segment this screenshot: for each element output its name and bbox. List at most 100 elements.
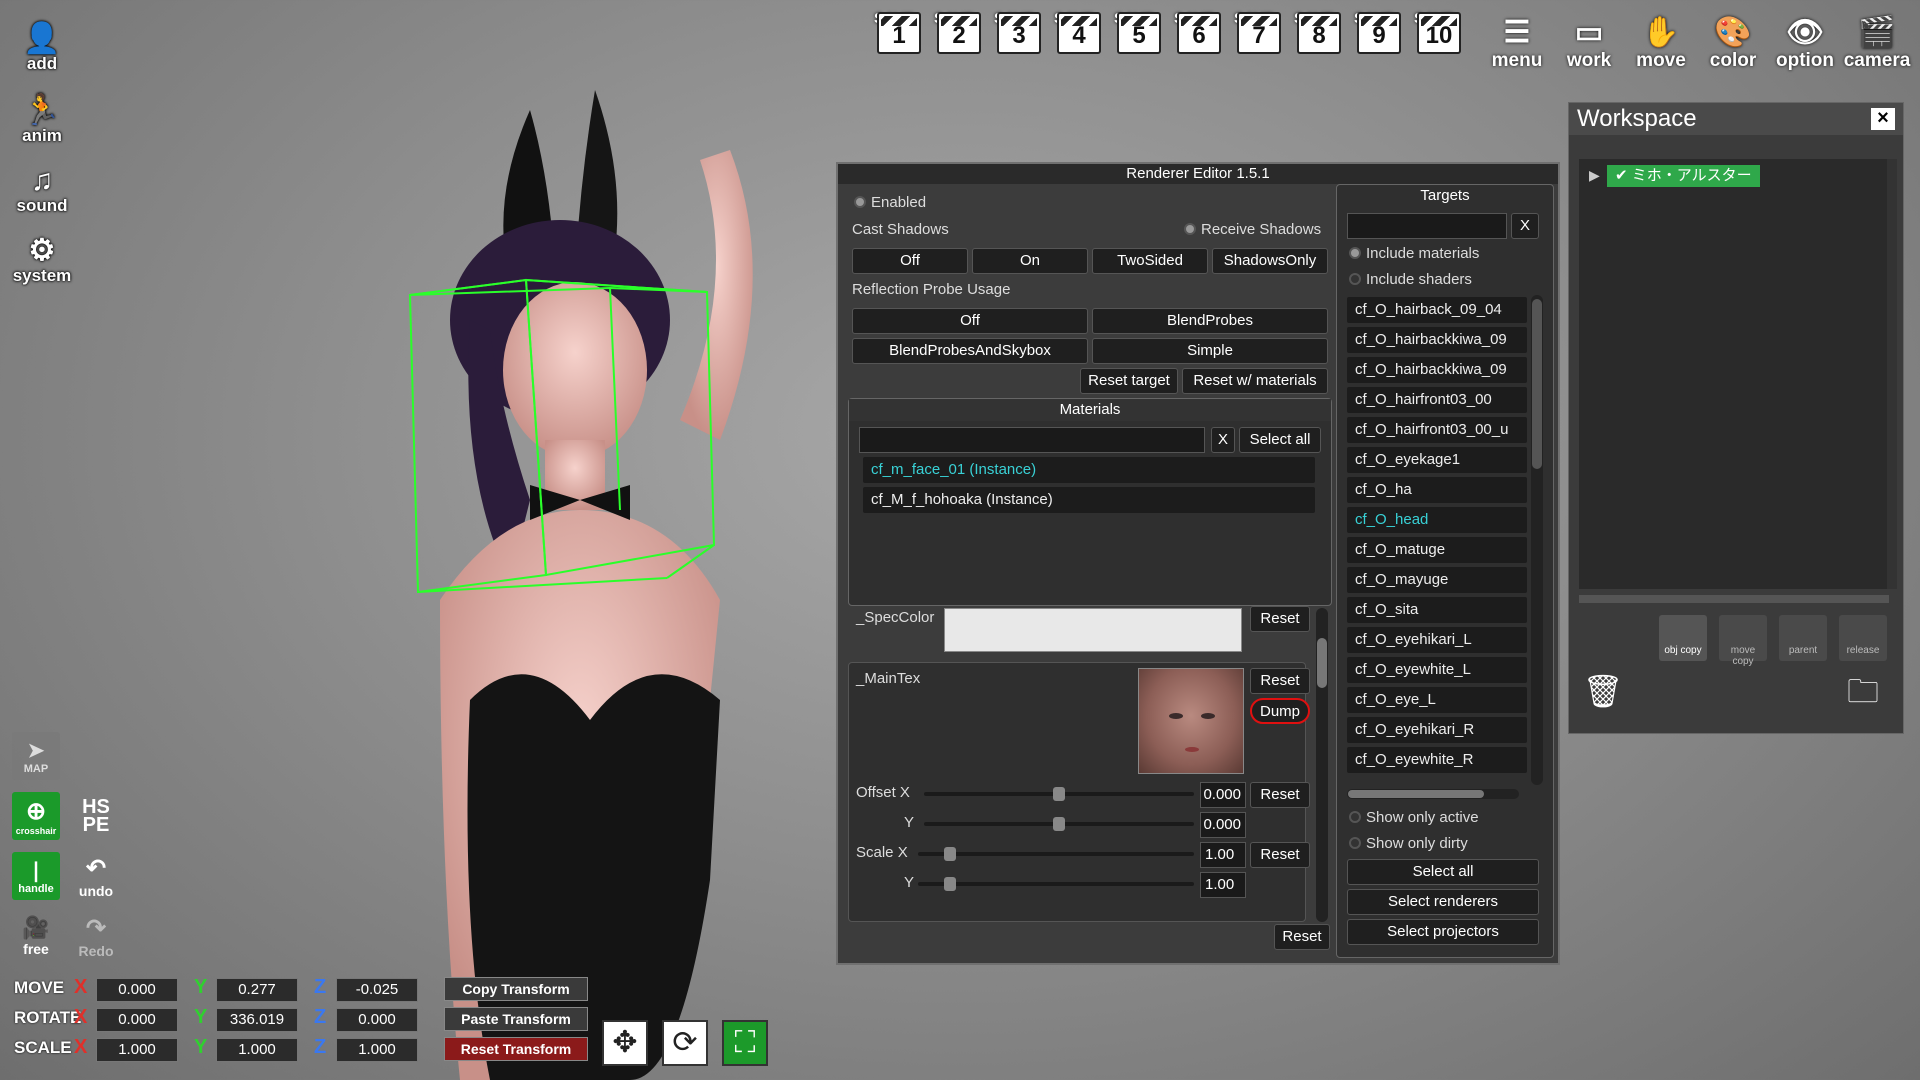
target-item[interactable]: cf_O_ha [1347,477,1527,503]
shadow-off-button[interactable]: Off [852,248,968,274]
save-slot-button[interactable]: SAVE9 [1354,10,1404,54]
target-item[interactable]: cf_O_eyehikari_L [1347,627,1527,653]
save-slot-button[interactable]: SAVE7 [1234,10,1284,54]
save-slot-button[interactable]: SAVE6 [1174,10,1224,54]
target-item[interactable]: cf_O_head [1347,507,1527,533]
crosshair-button[interactable]: ⊕ crosshair [12,792,60,840]
maintex-thumbnail[interactable] [1138,668,1244,774]
target-item[interactable]: cf_O_hairbackkiwa_09 [1347,357,1527,383]
undo-button[interactable]: ↶ undo [72,852,120,900]
save-slot-button[interactable]: SAVE5 [1114,10,1164,54]
scale-reset-button[interactable]: Reset [1250,842,1310,868]
scrollbar-thumb[interactable] [1532,299,1542,469]
target-item[interactable]: cf_O_mayuge [1347,567,1527,593]
move-x-input[interactable]: 0.000 [96,978,178,1002]
targets-hscrollbar[interactable] [1347,789,1519,799]
move-gizmo-icon[interactable]: ✥ [602,1020,648,1066]
trash-icon[interactable]: 🗑 [1579,667,1627,715]
move-z-input[interactable]: -0.025 [336,978,418,1002]
rotate-z-input[interactable]: 0.000 [336,1008,418,1032]
scrollbar-thumb[interactable] [1348,790,1484,798]
move-button[interactable]: ✋ move [1630,10,1692,72]
scale-x-slider[interactable] [918,847,1194,861]
copy-transform-button[interactable]: Copy Transform [444,977,588,1001]
show-only-active-toggle[interactable]: Show only active [1349,809,1479,826]
scale-x-value[interactable]: 1.00 [1200,842,1246,868]
obj-copy-button[interactable]: obj copy [1659,615,1707,661]
shadow-shadowsonly-button[interactable]: ShadowsOnly [1212,248,1328,274]
materials-clear-button[interactable]: X [1211,427,1235,453]
material-item[interactable]: cf_m_face_01 (Instance) [863,457,1315,483]
select-renderers-button[interactable]: Select renderers [1347,889,1539,915]
target-item[interactable]: cf_O_eye_L [1347,687,1527,713]
target-item[interactable]: cf_O_hairfront03_00_u [1347,417,1527,443]
shadow-twosided-button[interactable]: TwoSided [1092,248,1208,274]
spec-color-swatch[interactable] [944,608,1242,652]
save-slot-button[interactable]: SAVE1 [874,10,924,54]
camera-button[interactable]: 🎬 camera [1844,10,1911,72]
anim-button[interactable]: 🏃 anim [12,82,72,146]
close-icon[interactable]: × [1871,108,1895,130]
bottom-reset-button[interactable]: Reset [1274,924,1330,950]
material-item[interactable]: cf_M_f_hohoaka (Instance) [863,487,1315,513]
materials-search-input[interactable] [859,427,1205,453]
materials-select-all-button[interactable]: Select all [1239,427,1321,453]
move-copy-button[interactable]: move copy [1719,615,1767,667]
save-slot-button[interactable]: SAVE2 [934,10,984,54]
scale-gizmo-icon[interactable]: ⛶ [722,1020,768,1066]
probe-blendprobes-button[interactable]: BlendProbes [1092,308,1328,334]
folder-icon[interactable]: 🗀 [1839,667,1887,715]
shadow-on-button[interactable]: On [972,248,1088,274]
targets-scrollbar[interactable] [1531,295,1543,785]
target-item[interactable]: cf_O_eyekage1 [1347,447,1527,473]
spec-color-reset-button[interactable]: Reset [1250,606,1310,632]
target-item[interactable]: cf_O_matuge [1347,537,1527,563]
reset-materials-button[interactable]: Reset w/ materials [1182,368,1328,394]
save-slot-button[interactable]: SAVE8 [1294,10,1344,54]
slider-knob[interactable] [944,877,956,891]
offset-y-slider[interactable] [924,817,1194,831]
save-slot-button[interactable]: SAVE3 [994,10,1044,54]
scrollbar-thumb[interactable] [1317,638,1327,688]
save-slot-button[interactable]: SAVE10 [1414,10,1464,54]
target-item[interactable]: cf_O_eyewhite_L [1347,657,1527,683]
scale-y-slider[interactable] [918,877,1194,891]
tree-item[interactable]: ✔ ミホ・アルスター [1607,165,1760,187]
reset-transform-button[interactable]: Reset Transform [444,1037,588,1061]
target-item[interactable]: cf_O_hairbackkiwa_09 [1347,327,1527,353]
dump-button[interactable]: Dump [1250,698,1310,724]
select-projectors-button[interactable]: Select projectors [1347,919,1539,945]
scale-y-value[interactable]: 1.00 [1200,872,1246,898]
workspace-scrollbar[interactable] [1887,159,1897,589]
offset-x-value[interactable]: 0.000 [1200,782,1246,808]
target-item[interactable]: cf_O_hairfront03_00 [1347,387,1527,413]
menu-button[interactable]: ☰ menu [1486,10,1548,72]
rotate-gizmo-icon[interactable]: ⟳ [662,1020,708,1066]
expand-arrow-icon[interactable]: ▶ [1589,167,1600,184]
scale-y-input[interactable]: 1.000 [216,1038,298,1062]
targets-select-all-button[interactable]: Select all [1347,859,1539,885]
probe-blendprobesandskybox-button[interactable]: BlendProbesAndSkybox [852,338,1088,364]
free-button[interactable]: 🎥 free [12,912,60,960]
add-button[interactable]: 👤 add [12,10,72,74]
rotate-y-input[interactable]: 336.019 [216,1008,298,1032]
redo-button[interactable]: ↷ Redo [72,912,120,960]
target-item[interactable]: cf_O_sita [1347,597,1527,623]
workspace-hscrollbar[interactable] [1579,595,1889,603]
receive-shadows-toggle[interactable]: Receive Shadows [1184,221,1321,238]
paste-transform-button[interactable]: Paste Transform [444,1007,588,1031]
release-button[interactable]: release [1839,615,1887,661]
color-button[interactable]: 🎨 color [1702,10,1764,72]
maintex-reset-button[interactable]: Reset [1250,668,1310,694]
offset-y-value[interactable]: 0.000 [1200,812,1246,838]
properties-scrollbar[interactable] [1316,608,1328,922]
hspe-button[interactable]: HS PE [72,792,120,840]
parent-button[interactable]: parent [1779,615,1827,661]
option-button[interactable]: 👁 option [1774,10,1836,72]
target-item[interactable]: cf_O_hairback_09_04 [1347,297,1527,323]
rotate-x-input[interactable]: 0.000 [96,1008,178,1032]
offset-x-slider[interactable] [924,787,1194,801]
slider-knob[interactable] [1053,817,1065,831]
enabled-toggle[interactable]: Enabled [854,194,926,211]
target-item[interactable]: cf_O_eyehikari_R [1347,717,1527,743]
